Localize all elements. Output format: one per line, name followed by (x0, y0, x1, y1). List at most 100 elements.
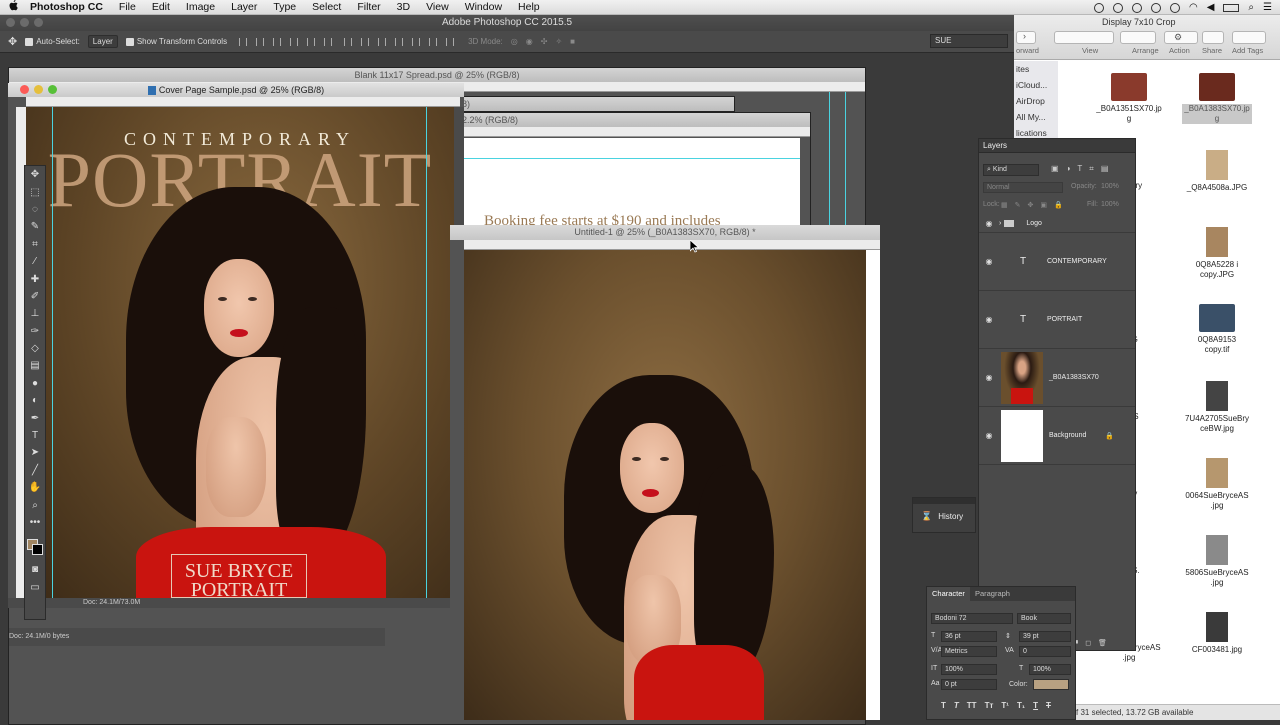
distribute-bottom-icon[interactable] (378, 37, 387, 46)
slide-3d-icon[interactable]: ✧ (555, 37, 562, 46)
arrange-button[interactable] (1120, 31, 1156, 44)
visibility-eye-icon[interactable]: ◉ (979, 315, 999, 324)
file-item[interactable]: 0Q8A5228 i copy.JPG (1182, 227, 1252, 280)
chevron-right-icon[interactable]: › (999, 220, 1001, 227)
align-top-icon[interactable] (239, 37, 248, 46)
align-bottom-icon[interactable] (273, 37, 282, 46)
menu-edit[interactable]: Edit (144, 0, 178, 15)
quick-select-tool-icon[interactable]: ✎ (25, 218, 45, 235)
file-item[interactable]: 5806SueBryceAS .jpg (1182, 535, 1252, 588)
mid-canvas[interactable]: Booking fee starts at $190 and includes (464, 138, 800, 233)
blur-tool-icon[interactable]: ● (25, 375, 45, 392)
superscript-icon[interactable]: T¹ (1001, 701, 1009, 710)
distribute-left-icon[interactable] (395, 37, 404, 46)
record-icon[interactable] (1093, 2, 1104, 13)
menu-image[interactable]: Image (178, 0, 223, 15)
lock-move-icon[interactable]: ✥ (1028, 201, 1034, 209)
file-item[interactable]: 0064SueBryceAS .jpg (1182, 458, 1252, 511)
menu-3d[interactable]: 3D (389, 0, 418, 15)
visibility-eye-icon[interactable]: ◉ (979, 257, 999, 266)
app-menu[interactable]: Photoshop CC (26, 0, 111, 15)
lock-pixels-icon[interactable]: ▦ (1001, 201, 1008, 209)
color-swatches-icon[interactable] (25, 531, 45, 561)
share-button[interactable] (1202, 31, 1224, 44)
zoom-button[interactable] (48, 85, 57, 94)
menu-help[interactable]: Help (510, 0, 548, 15)
faux-bold-icon[interactable]: T (941, 701, 946, 710)
filter-smart-icon[interactable]: ▤ (1101, 164, 1109, 174)
line-tool-icon[interactable]: ╱ (25, 462, 45, 479)
add-tags-button[interactable] (1232, 31, 1266, 44)
doc-tab-untitled[interactable]: Untitled-1 @ 25% (_B0A1383SX70, RGB/8) * (450, 225, 880, 240)
dodge-tool-icon[interactable]: ◐ (25, 392, 45, 409)
tab-paragraph[interactable]: Paragraph (970, 587, 1015, 601)
action-button[interactable]: ⚙ (1164, 31, 1198, 44)
drag-3d-icon[interactable]: ✣ (541, 37, 548, 46)
search-icon[interactable]: ⌕ (1248, 2, 1254, 13)
close-button[interactable] (20, 85, 29, 94)
quick-mask-icon[interactable]: ◙ (25, 561, 45, 578)
doc-tab-cover-page[interactable]: Cover Page Sample.psd @ 25% (RGB/8) (8, 83, 464, 97)
doc-tab-blank-spread[interactable]: Blank 11x17 Spread.psd @ 25% (RGB/8) (9, 68, 865, 82)
wifi-icon[interactable]: ◠ (1189, 2, 1198, 13)
menu-window[interactable]: Window (457, 0, 510, 15)
show-transform-checkbox[interactable]: Show Transform Controls (125, 37, 227, 46)
file-item[interactable]: 0Q8A9153 copy.tif (1182, 304, 1252, 355)
menu-view[interactable]: View (418, 0, 457, 15)
auto-select-dropdown[interactable]: Layer (87, 35, 118, 48)
sidebar-item-all-my-files[interactable]: All My... (1014, 109, 1058, 125)
filter-type-icon[interactable]: T (1077, 164, 1082, 174)
visibility-eye-icon[interactable]: ◉ (979, 431, 999, 440)
file-item[interactable]: _B0A1351SX70.jp g (1094, 73, 1164, 124)
background-color[interactable] (32, 544, 43, 556)
distribute-top-icon[interactable] (344, 37, 353, 46)
more-tools-icon[interactable]: ••• (25, 514, 45, 531)
font-size-field[interactable]: 36 pt (941, 631, 997, 642)
font-style-dropdown[interactable]: Book (1017, 613, 1071, 624)
lock-nest-icon[interactable]: ▣ (1040, 201, 1047, 209)
strikethrough-icon[interactable]: T (1046, 701, 1051, 710)
clone-stamp-tool-icon[interactable]: ⊥ (25, 305, 45, 322)
file-item[interactable]: CF003481.jpg (1182, 612, 1252, 655)
volume-icon[interactable]: ◀ (1207, 2, 1215, 13)
distribute-hcenter-icon[interactable] (412, 37, 421, 46)
filter-adjust-icon[interactable]: ◑ (1066, 164, 1071, 174)
align-right-icon[interactable] (324, 37, 333, 46)
distribute-right-icon[interactable] (429, 37, 438, 46)
layer-row-background[interactable]: ◉ Background 🔒 (979, 407, 1135, 465)
layer-row-logo[interactable]: ◉ › Logo (979, 215, 1135, 233)
menu-file[interactable]: File (111, 0, 144, 15)
history-button[interactable]: ⌛ History (913, 504, 975, 522)
menu-layer[interactable]: Layer (223, 0, 265, 15)
filter-pixel-icon[interactable]: ▣ (1051, 164, 1059, 174)
subscript-icon[interactable]: T₁ (1017, 701, 1025, 710)
align-left-icon[interactable] (290, 37, 299, 46)
visibility-eye-icon[interactable]: ◉ (979, 373, 999, 382)
auto-align-icon[interactable] (446, 37, 455, 46)
healing-brush-tool-icon[interactable]: ✚ (25, 270, 45, 287)
baseline-shift-field[interactable]: 0 pt (941, 679, 997, 690)
scale-3d-icon[interactable]: ■ (570, 37, 575, 46)
sidebar-item-icloud[interactable]: iCloud... (1014, 77, 1058, 93)
doc-tab-back[interactable]: 8) (456, 97, 734, 111)
align-vcenter-icon[interactable] (256, 37, 265, 46)
menu-filter[interactable]: Filter (349, 0, 388, 15)
cover-canvas[interactable]: PORTRAIT CONTEMPORARY SUE BRYCE PORTRAIT (26, 107, 454, 598)
layer-row-photo[interactable]: ◉ _B0A1383SX70 (979, 349, 1135, 407)
horizontal-scale-field[interactable]: 100% (1029, 664, 1071, 675)
tracking-field[interactable]: 0 (1019, 646, 1071, 657)
sidebar-item-airdrop[interactable]: AirDrop (1014, 93, 1058, 109)
lock-paint-icon[interactable]: ✎ (1015, 201, 1021, 209)
doc-tab-mid[interactable]: 2.2% (RGB/8) (456, 113, 810, 127)
cloud-icon[interactable] (1131, 2, 1142, 13)
zoom-tool-icon[interactable]: ⌕ (25, 496, 45, 513)
sync-icon[interactable] (1112, 2, 1123, 13)
battery-icon[interactable] (1223, 3, 1240, 12)
gradient-tool-icon[interactable]: ▤ (25, 357, 45, 374)
move-tool-icon[interactable]: ✥ (25, 166, 45, 183)
vertical-scale-field[interactable]: 100% (941, 664, 997, 675)
crop-tool-icon[interactable]: ⌗ (25, 236, 45, 253)
fill-value[interactable]: 100% (1101, 201, 1119, 208)
bluetooth-icon[interactable] (1169, 2, 1180, 13)
move-tool-icon[interactable]: ✥ (8, 35, 17, 48)
